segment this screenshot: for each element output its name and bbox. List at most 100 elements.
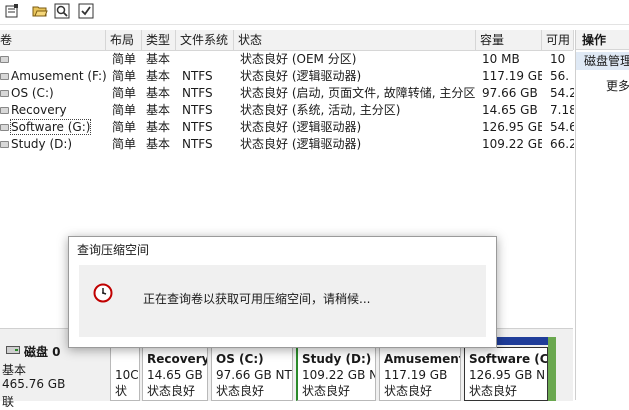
capacity-cell: 10 MB [482,52,520,66]
partition-name [115,351,139,367]
actions-pane: 操作 磁盘管理 更多 [575,30,629,400]
partition-software[interactable]: Software (C 126.95 GB N 状态良好 [464,347,548,401]
partition-size: 10C [115,368,139,382]
partition-status: 状态良好 [469,384,518,398]
capacity-cell: 14.65 GB [482,103,538,117]
filesystem-cell: NTFS [182,137,213,151]
partition-size: 117.19 GB [384,368,448,382]
volume-name: Amusement (F:) [11,69,106,83]
partition-recovery[interactable]: Recovery 14.65 GB 状态良好 [142,347,208,401]
table-row[interactable]: Amusement (F:) 简单 基本 NTFS 状态良好 (逻辑驱动器) 1… [0,68,573,85]
table-row[interactable]: OS (C:) 简单 基本 NTFS 状态良好 (启动, 页面文件, 故障转储,… [0,85,574,102]
capacity-cell: 117.19 GB [482,69,542,83]
partition-name: Amusement [384,352,461,366]
layout-cell: 简单 [112,69,137,83]
column-header-filesystem[interactable]: 文件系统 [176,30,234,50]
volume-name: Study (D:) [11,137,73,151]
partition-status: 状态良好 [147,384,196,398]
type-cell: 基本 [146,52,171,66]
capacity-cell: 97.66 GB [482,86,538,100]
type-cell: 基本 [146,86,171,100]
partition-size: 126.95 GB N [469,368,546,382]
layout-cell: 简单 [112,86,137,100]
free-cell: 10 [550,52,566,66]
dialog-message: 正在查询卷以获取可用压缩空间，请稍候... [143,292,371,306]
volume-name: Software (G:) [9,119,92,135]
status-cell: 状态良好 (系统, 活动, 主分区) [240,103,401,117]
volume-icon [0,107,9,114]
table-row[interactable]: Recovery 简单 基本 NTFS 状态良好 (系统, 活动, 主分区) 1… [0,102,574,119]
selected-partition-highlight [548,337,556,401]
actions-section-disk-management[interactable]: 磁盘管理 [576,52,629,70]
filesystem-cell: NTFS [182,69,213,83]
free-cell: 66.2 [550,137,574,151]
column-header-status[interactable]: 状态 [234,30,476,50]
partition-status: 状态良好 [384,384,433,398]
partition-amusement[interactable]: Amusement 117.19 GB 状态良好 [379,347,461,401]
dialog-title: 查询压缩空间 [69,237,496,265]
table-row[interactable]: Software (G:) 简单 基本 NTFS 状态良好 (逻辑驱动器) 12… [0,119,574,136]
partition-study[interactable]: Study (D:) 109.22 GB N 状态良好 [296,347,376,401]
column-header-type[interactable]: 类型 [142,30,176,50]
disk-name: 磁盘 0 [24,345,61,359]
table-header: 卷 布局 类型 文件系统 状态 容量 可用 [0,30,574,51]
volume-name: Recovery [11,103,67,117]
partition-status: 状 [115,384,128,398]
layout-cell: 简单 [112,103,137,117]
dialog-body: 正在查询卷以获取可用压缩空间，请稍候... [79,265,486,337]
clock-icon [93,283,113,303]
capacity-cell: 126.95 GB [482,120,542,134]
search-icon[interactable] [54,3,70,19]
volume-icon [0,56,9,63]
column-header-volume[interactable]: 卷 [0,30,106,50]
query-shrink-space-dialog: 查询压缩空间 正在查询卷以获取可用压缩空间，请稍候... [68,236,497,348]
disk-extra-status: 联 [2,395,15,409]
disk-icon [6,346,20,354]
filesystem-cell: NTFS [182,86,213,100]
actions-header: 操作 [576,30,629,50]
partition-name: Software (C [469,352,548,366]
volume-icon [0,141,9,148]
status-cell: 状态良好 (启动, 页面文件, 故障转储, 主分区) [240,86,476,100]
table-row[interactable]: Study (D:) 简单 基本 NTFS 状态良好 (逻辑驱动器) 109.2… [0,136,574,153]
type-cell: 基本 [146,69,171,83]
partition-name: Recovery [147,352,208,366]
column-header-layout[interactable]: 布局 [106,30,142,50]
volume-name: OS (C:) [11,86,54,100]
partition-name: Study (D:) [302,352,372,366]
toolbar [0,0,629,25]
disk-size: 465.76 GB [2,377,66,391]
open-folder-icon[interactable] [32,3,48,19]
column-header-free[interactable]: 可用 [542,30,574,50]
layout-cell: 简单 [112,52,137,66]
volume-icon [0,124,9,131]
free-cell: 54.2 [550,86,574,100]
partition-oem[interactable]: 10C 状 [110,347,140,401]
layout-cell: 简单 [112,137,137,151]
partition-status: 状态良好 [302,384,351,398]
column-header-capacity[interactable]: 容量 [476,30,542,50]
capacity-cell: 109.22 GB [482,137,542,151]
status-cell: 状态良好 (逻辑驱动器) [240,120,362,134]
partition-os[interactable]: OS (C:) 97.66 GB NT 状态良好 [211,347,293,401]
more-actions-link[interactable]: 更多 [606,77,629,94]
partition-name: OS (C:) [216,352,264,366]
status-cell: 状态良好 (逻辑驱动器) [240,69,362,83]
volume-icon [0,73,9,80]
filesystem-cell [178,51,234,68]
layout-cell: 简单 [112,120,137,134]
free-cell: 56. [550,69,570,83]
free-cell: 7.18 [550,103,574,117]
status-cell: 状态良好 (逻辑驱动器) [240,137,362,151]
filesystem-cell: NTFS [182,103,213,117]
partition-size: 97.66 GB NT [216,368,292,382]
volume-icon [0,90,9,97]
filesystem-cell: NTFS [182,120,213,134]
help-checkbox-icon[interactable] [78,3,94,19]
properties-icon[interactable] [4,3,20,19]
table-row[interactable]: 简单 基本 状态良好 (OEM 分区) 10 MB 10 [0,51,573,68]
status-cell: 状态良好 (OEM 分区) [240,52,357,66]
type-cell: 基本 [146,137,171,151]
type-cell: 基本 [146,120,171,134]
free-cell: 54.6 [550,120,574,134]
